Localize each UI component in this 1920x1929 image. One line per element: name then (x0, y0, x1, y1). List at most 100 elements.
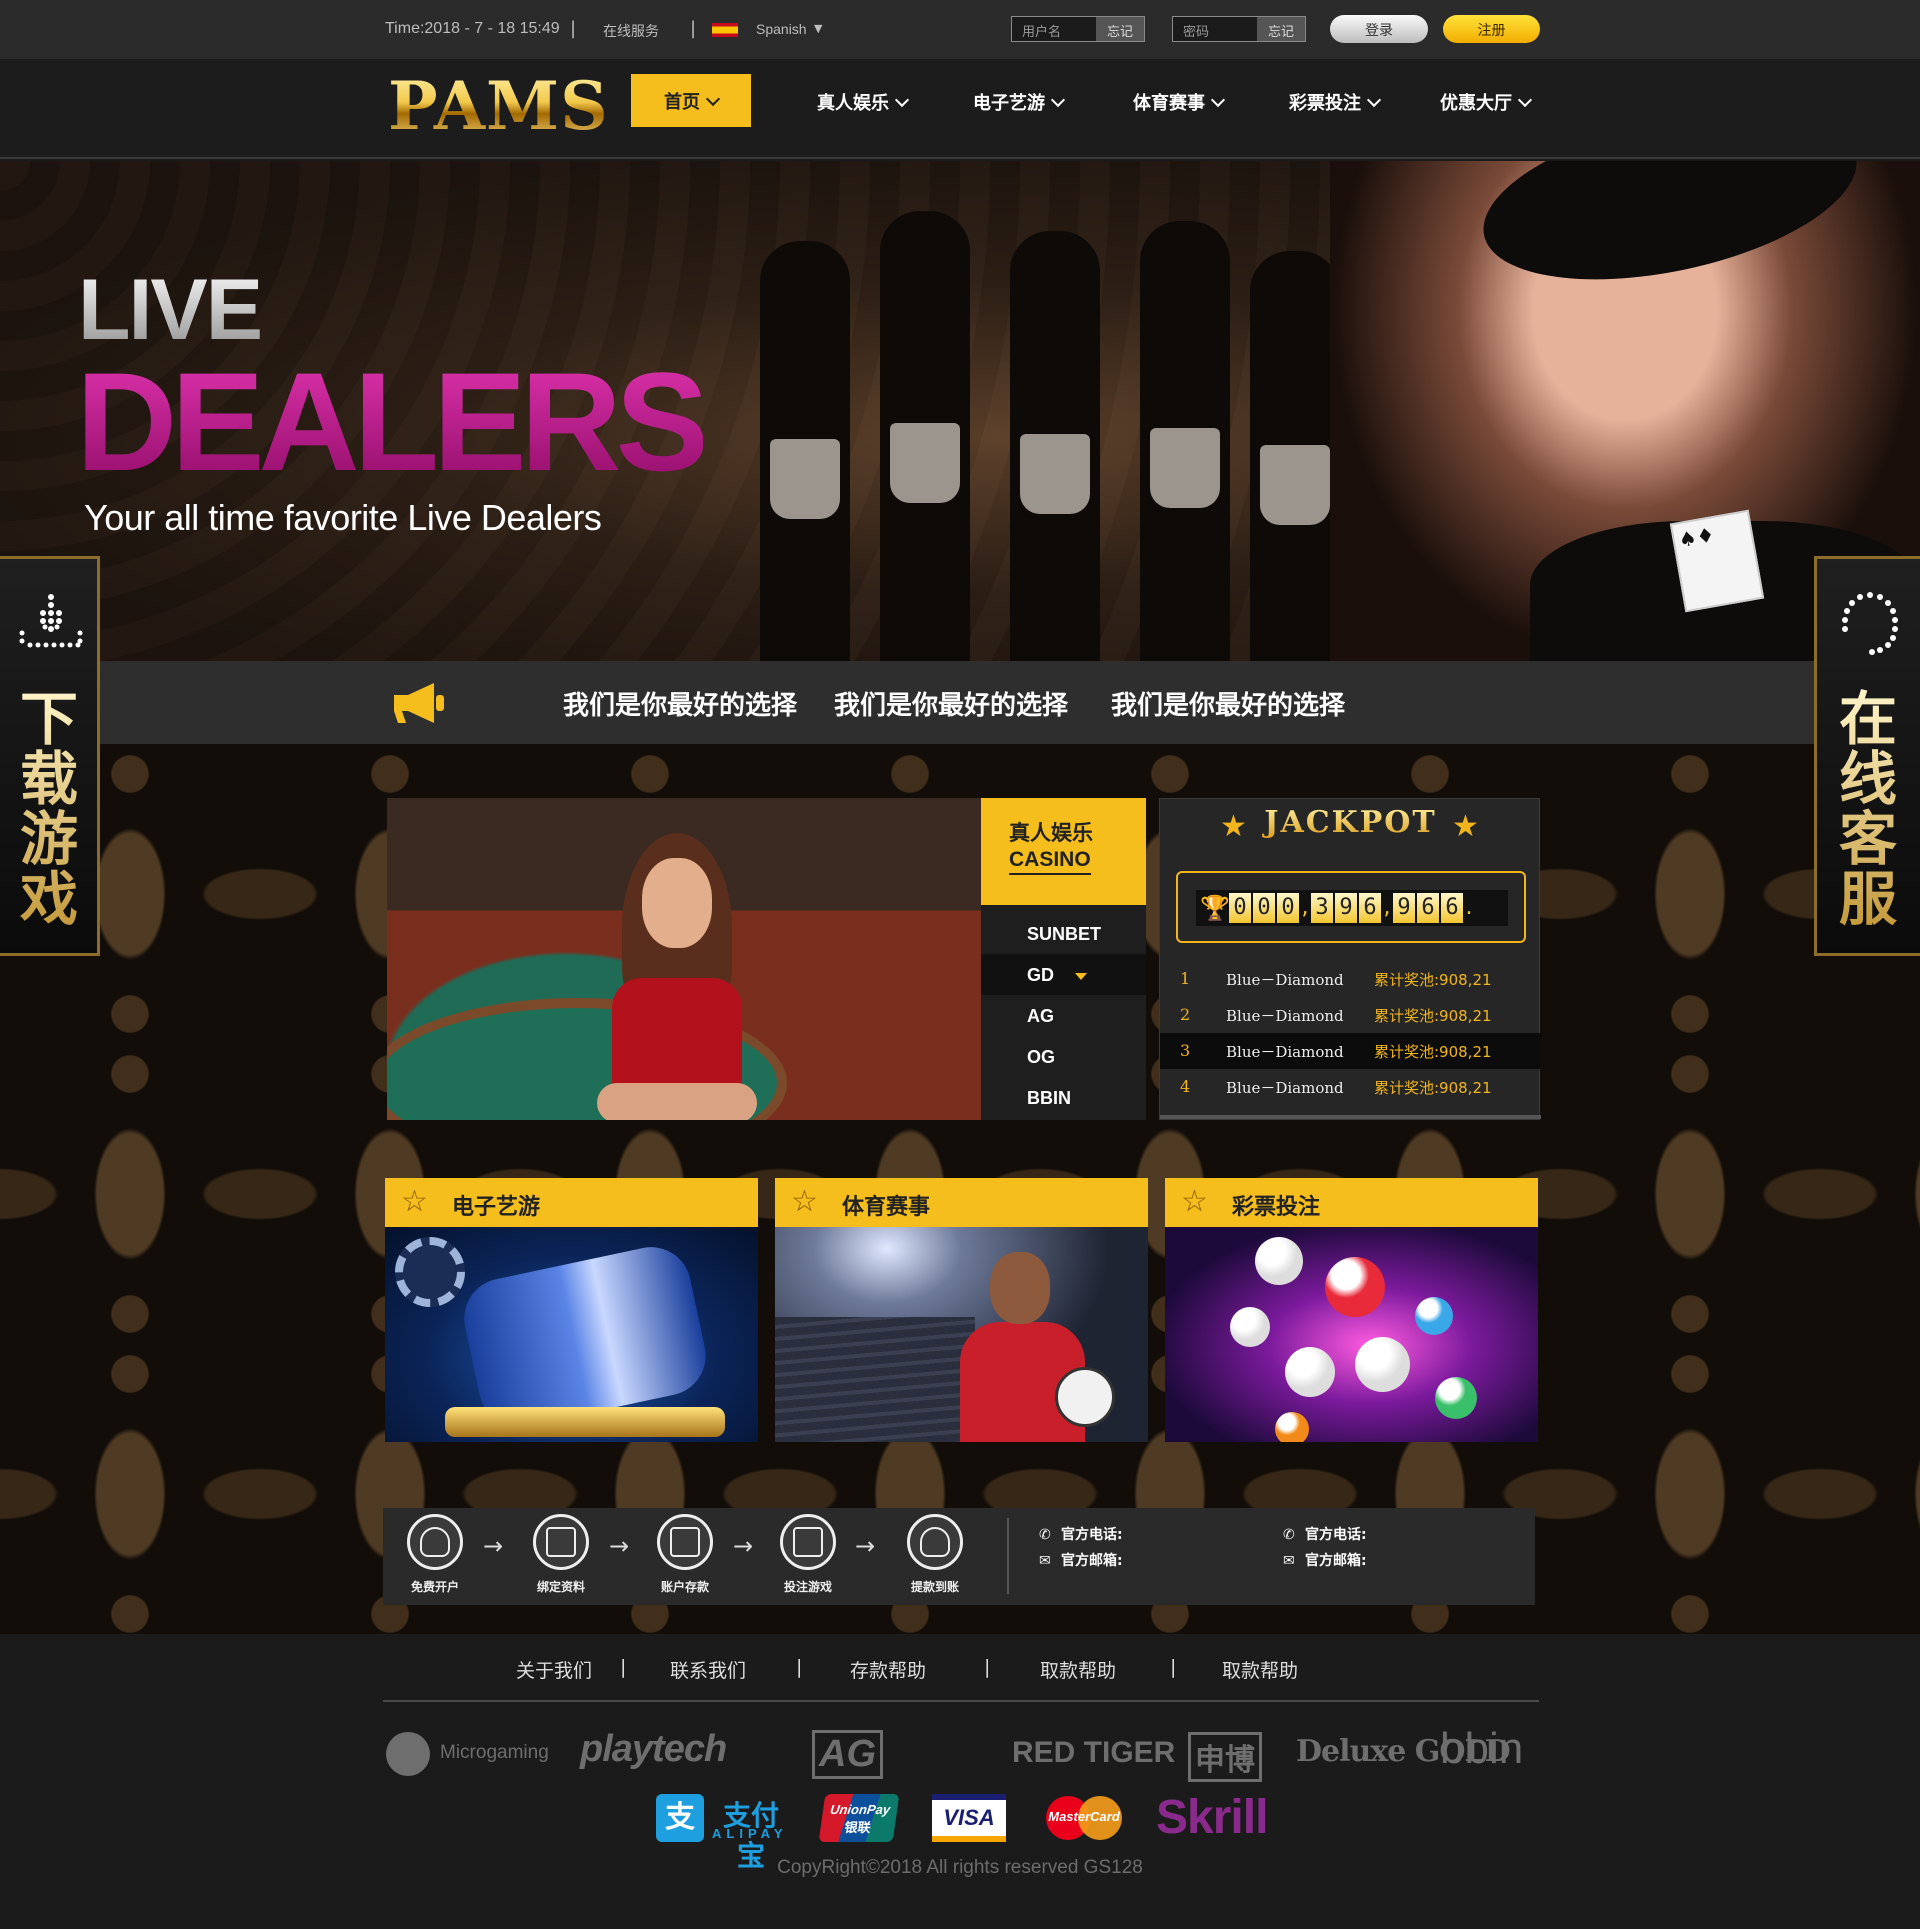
jackpot-player: Blue－Diamond (1226, 1043, 1344, 1061)
hero-banner[interactable]: ♠♦ LIVE DEALERS Your all time favorite L… (0, 161, 1920, 661)
category-label: 彩票投注 (1232, 1195, 1321, 1220)
dancer-silhouette (880, 211, 970, 661)
step-label: 提款到账 (910, 1580, 959, 1594)
withdraw-icon (907, 1514, 963, 1570)
step-label: 免费开户 (410, 1580, 459, 1594)
username-input[interactable]: 用户名 (1012, 17, 1096, 41)
jackpot-row: 3 Blue－Diamond 累计奖池:908,21 (1160, 1033, 1541, 1069)
nav-item-lottery[interactable]: 彩票投注 (1289, 89, 1382, 115)
step-label: 账户存款 (660, 1580, 709, 1594)
footer-link-withdraw-help[interactable]: 取款帮助 (1040, 1656, 1116, 1683)
provider-og[interactable]: OG (981, 1036, 1146, 1077)
partner-bbin: bbin (1440, 1724, 1524, 1773)
jackpot-player: Blue－Diamond (1226, 971, 1344, 989)
chevron-down-icon (705, 91, 721, 107)
nav-home[interactable]: 首页 (631, 74, 751, 127)
chevron-down-icon (894, 92, 910, 108)
jackpot-title: JACKPOT (1160, 805, 1541, 840)
announcement-bar: 我们是你最好的选择 我们是你最好的选择 我们是你最好的选择 (0, 661, 1920, 744)
nav-item-sports[interactable]: 体育赛事 (1133, 89, 1226, 115)
chevron-down-icon[interactable]: ▼ (814, 22, 822, 35)
footer-link-about[interactable]: 关于我们 (516, 1656, 592, 1683)
divider (1160, 1115, 1541, 1119)
jackpot-player: Blue－Diamond (1226, 1007, 1344, 1025)
email-label: 官方邮箱: (1305, 1553, 1367, 1569)
jackpot-counter-frame: 🏆 000,396,966. (1176, 871, 1526, 943)
site-logo[interactable]: PAMS (388, 67, 609, 145)
step-bet[interactable]: 投注游戏 (768, 1514, 848, 1595)
jackpot-rank: 1 (1180, 969, 1191, 988)
banner-title-dealers: DEALERS (76, 341, 709, 503)
nav-item-live-casino[interactable]: 真人娱乐 (817, 89, 910, 115)
divider: | (796, 1656, 803, 1678)
category-slots[interactable]: ☆ 电子艺游 (385, 1178, 758, 1442)
step-withdraw[interactable]: 提款到账 (895, 1514, 975, 1595)
partner-ag: AG (812, 1730, 883, 1779)
nav-item-slots[interactable]: 电子艺游 (973, 89, 1066, 115)
lottery-ball (1285, 1347, 1335, 1397)
category-sports[interactable]: ☆ 体育赛事 (775, 1178, 1148, 1442)
footer-link-deposit-help[interactable]: 存款帮助 (850, 1656, 926, 1683)
casino-title-en: CASINO (1009, 847, 1091, 875)
jackpot-row: 1 Blue－Diamond 累计奖池:908,21 (1160, 961, 1541, 997)
star-icon: ☆ (401, 1184, 428, 1219)
stadium-stands (775, 1317, 975, 1442)
dancer-silhouette (760, 241, 850, 661)
official-email: ✉ 官方邮箱: (1039, 1550, 1123, 1570)
provider-ag[interactable]: AG (981, 995, 1146, 1036)
payment-skrill: Skrill (1156, 1791, 1268, 1844)
lottery-ball (1275, 1412, 1309, 1442)
jackpot-rank: 3 (1180, 1041, 1191, 1060)
provider-gd[interactable]: GD (981, 954, 1146, 995)
jackpot-player: Blue－Diamond (1226, 1079, 1344, 1097)
forgot-password-button[interactable]: 忘记 (1257, 17, 1305, 41)
mastercard-label: MasterCard (1048, 1809, 1120, 1824)
announcement-text: 我们是你最好的选择 (563, 691, 798, 721)
download-games-tab[interactable]: 下载游戏 (0, 556, 100, 956)
playing-card-icon: ♠♦ (1669, 509, 1765, 613)
player-figure (960, 1252, 1115, 1442)
counter-digit: 6 (1441, 893, 1463, 923)
counter-digit: 0 (1253, 893, 1275, 923)
download-icon (19, 594, 83, 648)
counter-digit: 0 (1277, 893, 1299, 923)
live-casino-image[interactable] (387, 798, 981, 1120)
divider: | (1170, 1656, 1177, 1678)
step-label: 绑定资料 (536, 1580, 585, 1594)
lottery-ball (1435, 1377, 1477, 1419)
nav-item-label: 优惠大厅 (1440, 93, 1512, 114)
step-bind-info[interactable]: 绑定资料 (521, 1514, 601, 1595)
microgaming-logo-icon (386, 1732, 430, 1776)
download-games-label: 下载游戏 (14, 689, 84, 929)
jackpot-counter: 🏆 000,396,966. (1196, 890, 1508, 926)
phone-icon: ✆ (1039, 1527, 1051, 1543)
dealer-figure (587, 833, 767, 1120)
footer-link-contact[interactable]: 联系我们 (670, 1656, 746, 1683)
footer-link-withdraw-help[interactable]: 取款帮助 (1222, 1656, 1298, 1683)
provider-sunbet[interactable]: SUNBET (981, 913, 1146, 954)
provider-bbin[interactable]: BBIN (981, 1077, 1146, 1118)
star-icon: ★ (1452, 809, 1479, 844)
payment-visa: VISA (932, 1794, 1006, 1842)
login-button[interactable]: 登录 (1330, 15, 1428, 43)
mail-icon: ✉ (1283, 1553, 1295, 1569)
category-header: ☆ 彩票投注 (1165, 1178, 1538, 1227)
divider: | (570, 18, 577, 39)
chevron-down-icon (1210, 92, 1226, 108)
top-bar: Time:2018 - 7 - 18 15:49 | 在线服务 | Spanis… (0, 0, 1920, 59)
category-lottery[interactable]: ☆ 彩票投注 (1165, 1178, 1538, 1442)
password-input[interactable]: 密码 (1173, 17, 1257, 41)
footer-divider (383, 1700, 1539, 1702)
username-box: 用户名 忘记 (1011, 16, 1145, 42)
register-button[interactable]: 注册 (1443, 15, 1540, 43)
step-deposit[interactable]: 账户存款 (645, 1514, 725, 1595)
nav-item-promotions[interactable]: 优惠大厅 (1440, 89, 1533, 115)
online-service-link[interactable]: 在线服务 (603, 21, 659, 41)
step-open-account[interactable]: 免费开户 (395, 1514, 475, 1595)
forgot-username-button[interactable]: 忘记 (1096, 17, 1144, 41)
spain-flag-icon (712, 23, 738, 37)
email-label: 官方邮箱: (1061, 1553, 1123, 1569)
banner-subtitle: Your all time favorite Live Dealers (84, 497, 602, 538)
online-support-tab[interactable]: 在线客服 (1814, 556, 1920, 956)
language-select[interactable]: Spanish (756, 21, 807, 37)
